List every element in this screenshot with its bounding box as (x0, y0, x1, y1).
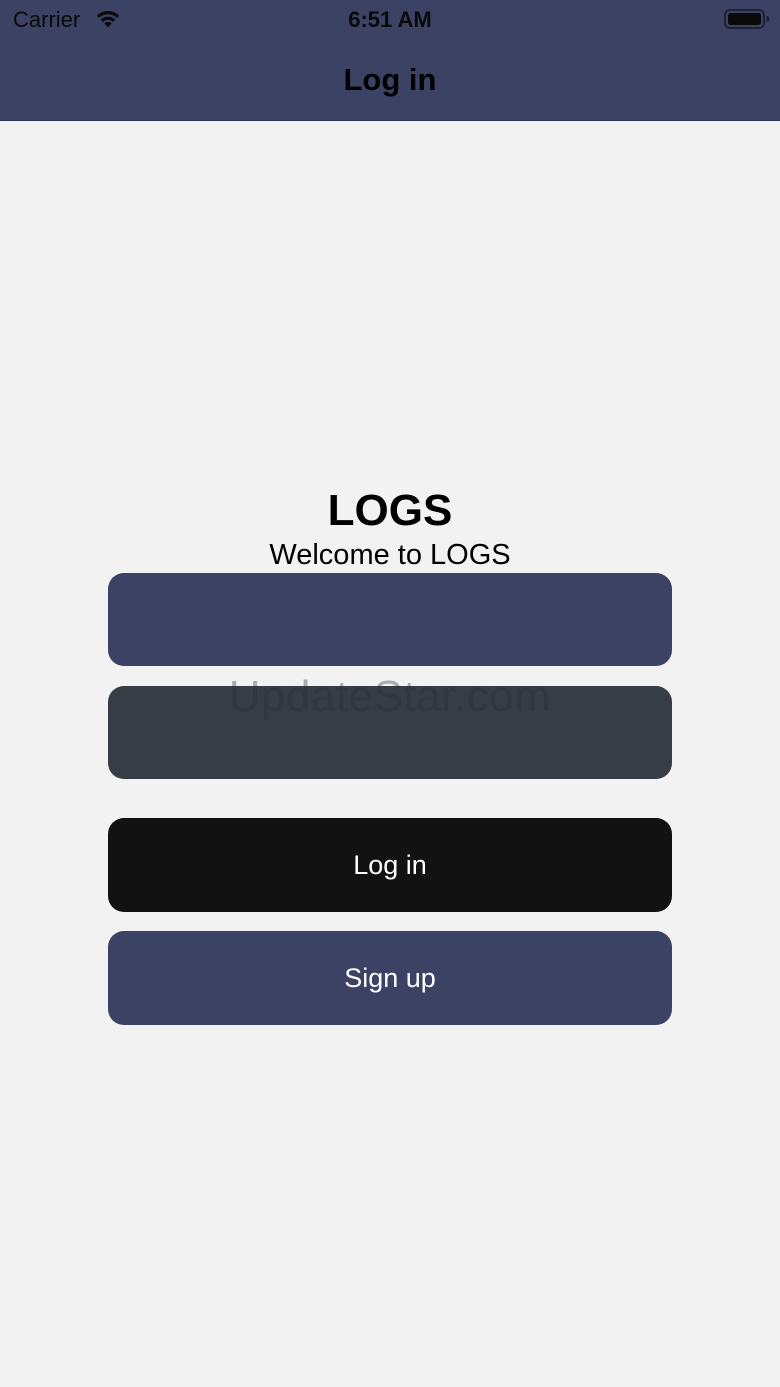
status-bar: Carrier 6:51 AM (0, 0, 780, 40)
login-button[interactable]: Log in (108, 818, 672, 912)
signup-button[interactable]: Sign up (108, 931, 672, 1025)
nav-title: Log in (343, 62, 437, 97)
app-title: LOGS (327, 486, 453, 535)
battery-icon (724, 9, 770, 29)
header: Carrier 6:51 AM Log in (0, 0, 780, 121)
welcome-subtitle: Welcome to LOGS (269, 539, 511, 571)
username-field[interactable] (108, 573, 672, 666)
status-time: 6:51 AM (348, 7, 432, 32)
password-field[interactable] (108, 686, 672, 779)
